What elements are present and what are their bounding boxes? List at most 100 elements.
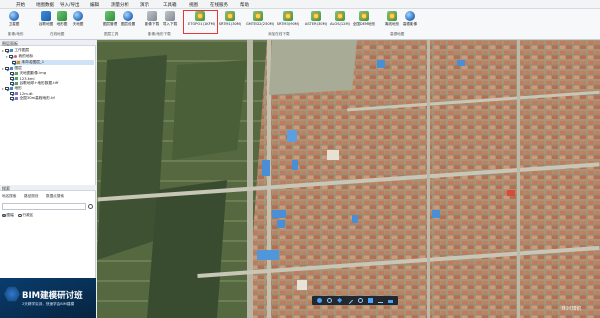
import-download-icon <box>165 11 175 21</box>
layer-settings-label: 图层设置 <box>120 22 136 26</box>
menu-edit[interactable]: 编辑 <box>90 2 99 8</box>
satellite-button[interactable]: 卫星图 <box>2 10 26 31</box>
chart-icon[interactable] <box>388 298 394 303</box>
tree-row[interactable]: ▾ 工作图层 <box>2 48 29 53</box>
menu-import-export[interactable]: 导入/导出 <box>60 2 80 8</box>
menu-help[interactable]: 帮助 <box>240 2 249 8</box>
layers-panel-title: 图层面板 <box>2 41 18 46</box>
group-label-download: 影像/地形下载 <box>148 32 171 36</box>
etopo-highlight-box <box>183 10 218 34</box>
group-label-online-map: 在线地图 <box>50 32 65 36</box>
srtm3-button[interactable]: SRTM3(90M) <box>276 10 300 31</box>
tianditu-label: 天地图 <box>72 22 84 26</box>
measure-icon[interactable] <box>378 298 384 303</box>
tree-row-label: 123.kml <box>19 76 35 81</box>
menu-bar: 开始 地图数据 导入/导出 编辑 测量分析 演示 工具箱 视图 在线服务 帮助 <box>0 0 600 9</box>
import-download-label: 导入下载 <box>162 22 178 26</box>
layer-checkbox[interactable] <box>5 66 9 71</box>
tree-row-label: 未命名图层_1 <box>21 60 45 64</box>
tree-row[interactable]: 未命名图层_1 <box>12 60 94 65</box>
layers-icon <box>105 11 115 21</box>
radio-icon <box>18 213 22 218</box>
alos-button[interactable]: ALOS(12M) <box>328 10 352 31</box>
amap-icon <box>405 11 415 21</box>
alos-icon <box>335 11 345 21</box>
rotate-icon[interactable] <box>326 298 332 303</box>
circle-tool-icon[interactable] <box>357 298 363 303</box>
srtm1-button[interactable]: SRTM1(30M) <box>218 10 242 31</box>
tree-row[interactable]: ▾ 我的地标 <box>6 54 33 59</box>
search-tabs: 地名搜索 路径规划 数据点搜索 <box>0 193 96 199</box>
layer-checkbox[interactable] <box>10 76 14 81</box>
layers-panel-header: 图层面板 <box>0 40 96 46</box>
left-panel: 图层面板 ▾ 工作图层 ▾ 我的地标 未命名图层_1 ▾ 图层 天地图影像.img 1… <box>0 40 96 318</box>
ad-subtitle: 2天精学实训，快速学会BIM建模 <box>22 302 75 306</box>
menu-online-service[interactable]: 在线服务 <box>210 2 228 8</box>
tree-row-label: 12m.dt <box>19 91 33 96</box>
line-tool-icon[interactable] <box>346 296 354 305</box>
menu-toolbox[interactable]: 工具箱 <box>163 2 177 8</box>
layer-checkbox[interactable] <box>10 81 14 86</box>
satellite-icon <box>9 11 19 21</box>
tianditu-icon <box>73 11 83 21</box>
layer-checkbox[interactable] <box>5 86 9 91</box>
srtm1-icon <box>225 11 235 21</box>
layer-settings-button[interactable]: 图层设置 <box>116 10 140 31</box>
menu-start[interactable]: 开始 <box>16 2 25 8</box>
layer-checkbox[interactable] <box>10 71 14 76</box>
ribbon-toolbar: 卫星图 谷歌地图 地形图 天地图 图层管理 图层设置 影像下载 导入下载 ETO… <box>0 9 600 40</box>
menu-present[interactable]: 演示 <box>140 2 149 8</box>
map-view[interactable] <box>97 40 600 318</box>
import-download-button[interactable]: 导入下载 <box>158 10 182 31</box>
tree-row-label: 全国30m高程地形.tif <box>19 96 55 100</box>
search-panel-header: 搜索 <box>0 185 96 191</box>
layer-checkbox[interactable] <box>10 91 14 96</box>
satellite-imagery <box>97 40 600 318</box>
menu-measure[interactable]: 测量分析 <box>111 2 129 8</box>
alos-label: ALOS(12M) <box>330 22 350 26</box>
tree-row-label: 我的地标 <box>18 54 34 58</box>
group-label-online-dem: 添加在线下载 <box>268 32 290 36</box>
group-label-layer-tools: 图层工具 <box>104 32 119 36</box>
option-label: 图幅 <box>6 213 14 217</box>
layer-checkbox[interactable] <box>12 60 16 65</box>
srtm1-label: SRTM1(30M) <box>218 22 242 26</box>
offline-terrain-icon <box>387 11 397 21</box>
tab-point-search[interactable]: 数据点搜索 <box>46 194 64 199</box>
gmted-label: GMTED2(250M) <box>246 22 275 26</box>
gmted-button[interactable]: GMTED2(250M) <box>246 10 275 31</box>
aster-label: ASTER(30M) <box>304 22 328 26</box>
tree-row-label: 工作图层 <box>14 48 30 52</box>
tree-row[interactable]: 全国30m高程地形.tif <box>10 96 55 101</box>
tianditu-button[interactable]: 天地图 <box>66 10 90 31</box>
option-map-sheet[interactable]: 图幅 <box>2 213 14 218</box>
dem-button[interactable]: 全国DEM地形 <box>352 10 376 31</box>
menu-map-data[interactable]: 地图数据 <box>36 2 54 8</box>
aster-button[interactable]: ASTER(30M) <box>304 10 328 31</box>
srtm3-label: SRTM3(90M) <box>276 22 300 26</box>
aster-icon <box>311 11 321 21</box>
option-admin-region[interactable]: 行政区 <box>18 213 33 218</box>
dem-label: 全国DEM地形 <box>352 22 376 26</box>
search-panel-title: 搜索 <box>2 186 10 191</box>
menu-view[interactable]: 视图 <box>189 2 198 8</box>
search-input[interactable] <box>2 203 86 210</box>
layer-checkbox[interactable] <box>10 96 14 101</box>
gmted-icon <box>253 11 263 21</box>
tab-route-planning[interactable]: 路径规划 <box>24 194 38 199</box>
map-toolbar <box>312 296 398 305</box>
polygon-tool-icon[interactable] <box>367 298 373 303</box>
layer-checkbox[interactable] <box>9 54 13 59</box>
hand-pan-icon[interactable] <box>316 298 322 303</box>
placemark-tool-icon[interactable] <box>337 298 343 303</box>
amap-button[interactable]: 高德影像 <box>398 10 422 31</box>
layer-settings-icon <box>123 11 133 21</box>
tree-row-label: 谷歌地球+地形数据.tiff <box>19 81 59 85</box>
search-icon[interactable] <box>88 204 93 209</box>
layer-checkbox[interactable] <box>5 48 9 53</box>
ad-banner[interactable]: BIM建模研讨班 2天精学实训，快速学会BIM建模 <box>0 278 96 318</box>
image-download-icon <box>147 11 157 21</box>
tab-place-search[interactable]: 地名搜索 <box>2 194 16 199</box>
watermark: BIM知识 <box>562 306 582 312</box>
group-label-amap: 高德地图 <box>390 32 405 36</box>
